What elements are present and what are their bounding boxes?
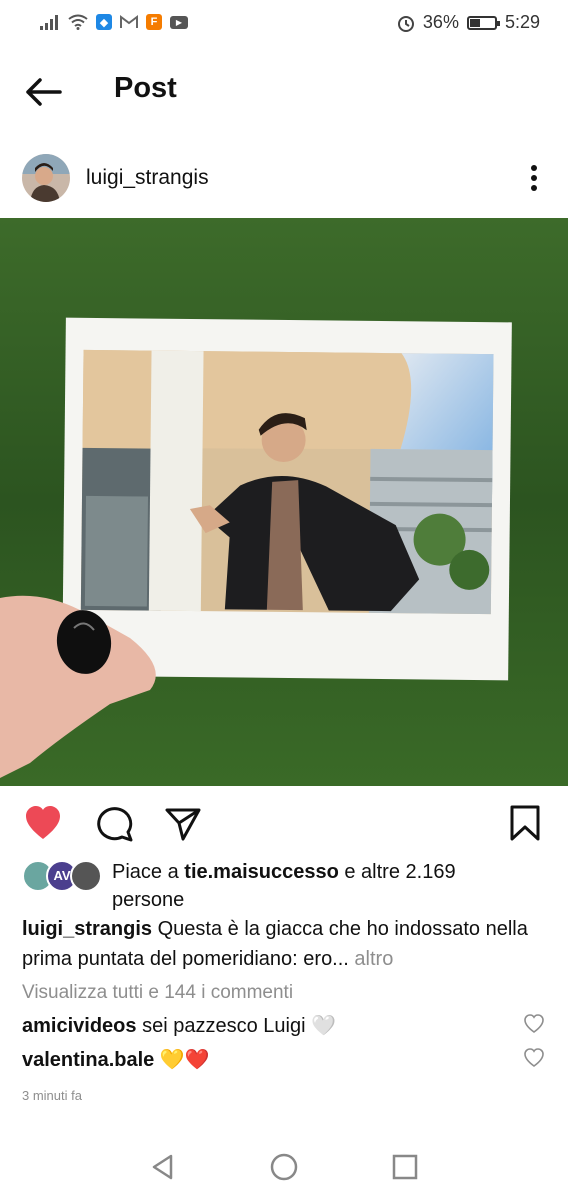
comment-text: 💛❤️ (159, 1049, 210, 1071)
heart-outline-icon (524, 1048, 544, 1067)
likes-user[interactable]: tie.maisuccesso (184, 861, 339, 883)
comment-item: amicivideos sei pazzesco Luigi 🤍 (22, 1012, 512, 1040)
nav-back-button[interactable] (146, 1150, 180, 1184)
fan-app-icon: F (146, 14, 162, 30)
alarm-icon (397, 15, 414, 32)
status-bar: ◆ F ▶ 36% 5:29 (0, 0, 568, 48)
comment-button[interactable] (94, 802, 136, 844)
post-header: luigi_strangis (0, 150, 568, 210)
avatar[interactable] (22, 154, 70, 202)
liker-avatars[interactable]: AV (22, 860, 102, 894)
save-button[interactable] (504, 802, 546, 844)
triangle-back-icon (152, 1154, 173, 1180)
clock: 5:29 (504, 12, 540, 32)
liker-avatar (70, 860, 102, 892)
battery-percent: 36% (422, 12, 459, 32)
shield-app-icon: ◆ (96, 14, 112, 30)
back-button[interactable] (20, 72, 66, 112)
system-nav-bar (0, 1132, 568, 1200)
share-button[interactable] (162, 802, 204, 844)
likes-summary[interactable]: Piace a tie.maisuccesso e altre 2.169 pe… (112, 858, 532, 914)
wifi-icon (68, 14, 88, 30)
avatar-image (22, 154, 70, 202)
status-left: ◆ F ▶ (40, 14, 188, 30)
more-vertical-icon (531, 165, 537, 191)
circle-home-icon (270, 1153, 298, 1181)
caption: luigi_strangis Questa è la giacca che ho… (22, 914, 552, 974)
caption-username[interactable]: luigi_strangis (22, 918, 152, 940)
youtube-icon: ▶ (170, 15, 188, 29)
heart-filled-icon (26, 806, 60, 839)
comment-item: valentina.bale 💛❤️ (22, 1046, 512, 1074)
more-options-button[interactable] (522, 162, 546, 194)
bookmark-icon (510, 805, 540, 841)
polaroid-photo (0, 218, 568, 786)
caption-more-link[interactable]: altro (354, 948, 393, 970)
nav-home-button[interactable] (267, 1150, 301, 1184)
comment-text: sei pazzesco Luigi 🤍 (142, 1015, 336, 1037)
gmail-icon (120, 15, 138, 28)
send-icon (165, 808, 201, 841)
comment-like-button[interactable] (524, 1048, 544, 1068)
page-title: Post (114, 72, 177, 104)
nav-recents-button[interactable] (388, 1150, 422, 1184)
post-actions (0, 800, 568, 846)
post-username[interactable]: luigi_strangis (86, 166, 209, 190)
comment-username[interactable]: amicivideos (22, 1015, 137, 1037)
comment-icon (97, 807, 133, 842)
square-recents-icon (392, 1154, 418, 1180)
like-button[interactable] (22, 802, 64, 844)
comment-username[interactable]: valentina.bale (22, 1049, 154, 1071)
status-right: 36% 5:29 (397, 12, 540, 33)
battery-icon (466, 15, 500, 30)
signal-icon (40, 15, 58, 30)
post-timestamp: 3 minuti fa (22, 1088, 82, 1103)
arrow-left-icon (26, 78, 62, 106)
likes-prefix: Piace a (112, 861, 179, 883)
app-header: Post (0, 58, 568, 124)
view-all-comments-link[interactable]: Visualizza tutti e 144 i commenti (22, 982, 293, 1004)
comment-like-button[interactable] (524, 1014, 544, 1034)
heart-outline-icon (524, 1014, 544, 1033)
post-image[interactable] (0, 218, 568, 786)
